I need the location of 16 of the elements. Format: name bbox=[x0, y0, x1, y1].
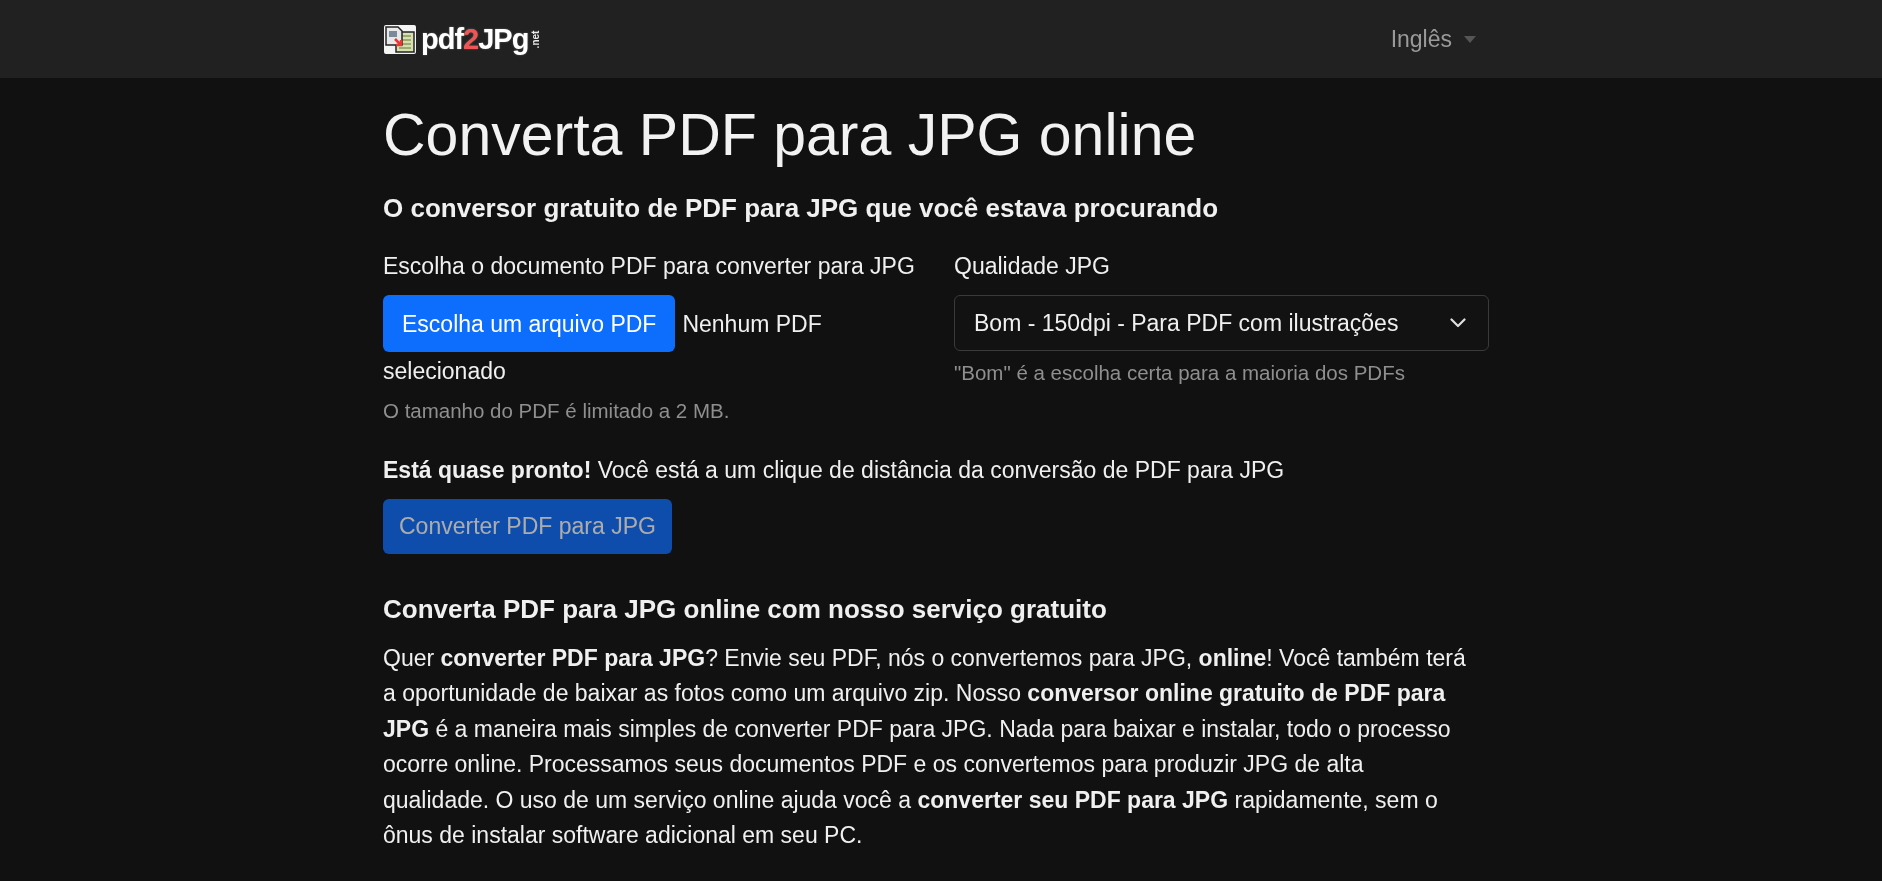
file-field-label: Escolha o documento PDF para converter para JPG bbox=[383, 252, 916, 281]
quality-select[interactable]: Bom - 150dpi - Para PDF com ilustrações bbox=[954, 295, 1489, 351]
choose-file-button[interactable]: Escolha um arquivo PDF bbox=[383, 295, 676, 352]
section-heading: Converta PDF para JPG online com nosso serviço gratuito bbox=[383, 593, 1108, 625]
quality-label: Qualidade JPG bbox=[954, 252, 1111, 281]
chevron-down-icon bbox=[1450, 318, 1466, 328]
page-subtitle: O conversor gratuito de PDF para JPG que você estava procurando bbox=[383, 194, 1220, 222]
file-input[interactable]: Escolha um arquivo PDF Nenhum PDF selecionado bbox=[383, 295, 833, 388]
page-title: Converta PDF para JPG online bbox=[383, 101, 1198, 170]
section-paragraph: Quer converter PDF para JPG? Envie seu PDF, nós o convertemos para JPG, online! Você também terá a oportunidade de baixar as fotos como um arquivo zip. Nosso conversor online gratuito de PDF para JPG é a maneira mais simples de converter PDF para JPG. Nada para baixar e instalar, todo o processo ocorre online. Processamos seus documentos PDF e os convertemos para produzir JPG de alta qualidade. O uso de um serviço online ajuda você a converter seu PDF para JPG rapidamente, sem o ônus de instalar software adicional em seu PC. bbox=[383, 643, 1467, 851]
ready-message: Está quase pronto! Você está a um clique de distância da conversão de PDF para JPG bbox=[383, 455, 1286, 485]
file-help-text: O tamanho do PDF é limitado a 2 MB. bbox=[383, 397, 731, 424]
quality-help-text: "Bom" é a escolha certa para a maioria dos PDFs bbox=[954, 360, 1406, 386]
language-dropdown[interactable]: Inglês bbox=[1390, 24, 1476, 54]
logo-link[interactable]: pdf2JPg .net bbox=[383, 22, 542, 56]
caret-down-icon bbox=[1464, 35, 1476, 43]
